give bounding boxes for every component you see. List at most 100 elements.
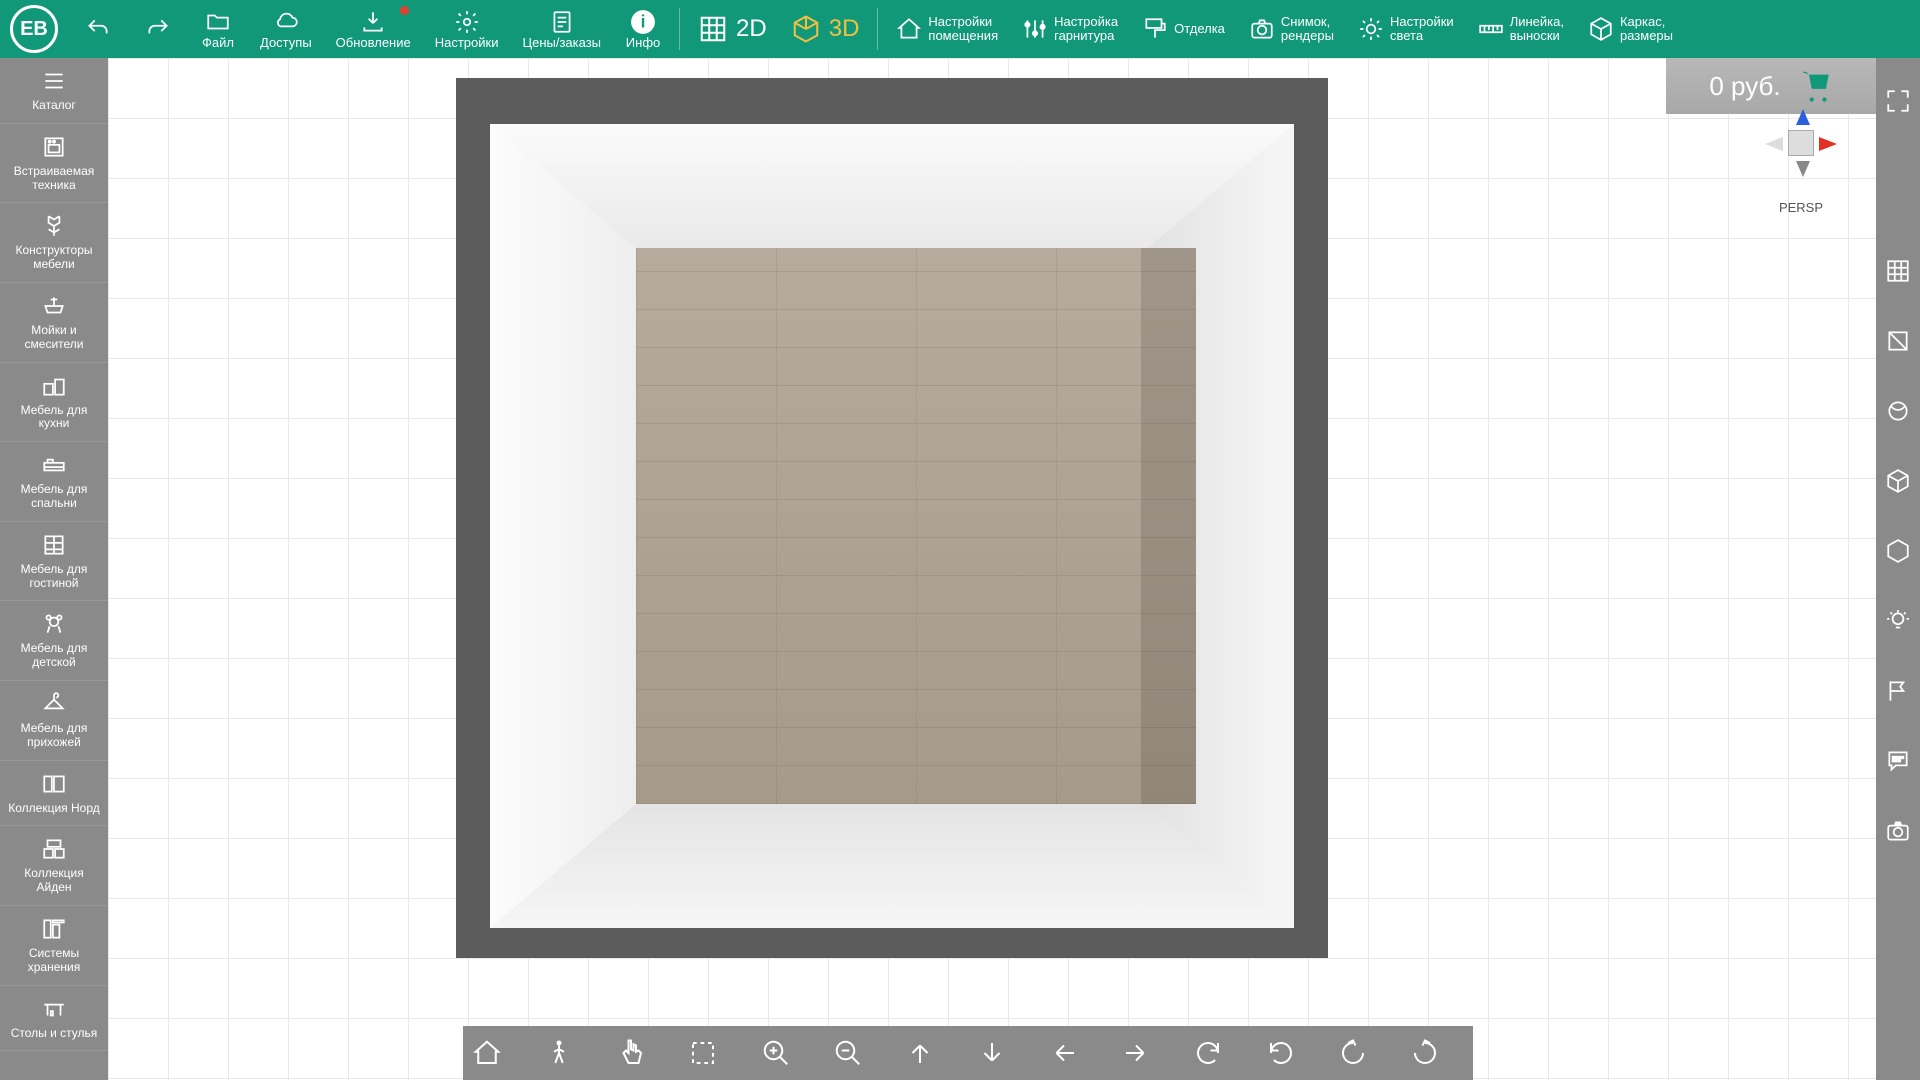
shelf-icon bbox=[41, 530, 67, 560]
sidebar-label: Мебель длякухни bbox=[21, 404, 88, 432]
cube-solid-button[interactable] bbox=[1885, 538, 1911, 564]
down-button[interactable] bbox=[977, 1038, 1031, 1068]
access-label: Доступы bbox=[260, 36, 312, 50]
up-button[interactable] bbox=[905, 1038, 959, 1068]
select-rect-button[interactable] bbox=[688, 1038, 742, 1068]
sidebar-label: Каталог bbox=[32, 99, 76, 113]
redo-button[interactable] bbox=[128, 0, 188, 58]
ruler-button[interactable]: Линейка,выноски bbox=[1466, 11, 1576, 48]
sidebar-item-storage[interactable]: Системыхранения bbox=[0, 906, 108, 986]
price-cart-button[interactable]: 0 руб. bbox=[1666, 58, 1876, 114]
list-icon bbox=[41, 66, 67, 96]
fit-screen-button[interactable] bbox=[1885, 88, 1911, 114]
price-value: 0 руб. bbox=[1709, 71, 1780, 102]
settings-label: Настройки bbox=[435, 36, 499, 50]
cart-icon bbox=[1799, 69, 1833, 103]
walk-button[interactable] bbox=[544, 1038, 598, 1068]
snap-l1: Снимок, bbox=[1281, 15, 1334, 29]
info-button[interactable]: i Инфо bbox=[613, 0, 673, 58]
wall-left bbox=[490, 124, 636, 928]
view-3d-label: 3D bbox=[829, 15, 860, 43]
box-3d-button[interactable] bbox=[1885, 468, 1911, 494]
gear-icon bbox=[454, 8, 480, 36]
logo[interactable]: EB bbox=[10, 5, 58, 53]
sidebar-item-kids[interactable]: Мебель длядетской bbox=[0, 601, 108, 681]
sidebar-item-kitchen[interactable]: Мебель длякухни bbox=[0, 363, 108, 443]
pricing-button[interactable]: Цены/заказы bbox=[510, 0, 613, 58]
gizmo-label: PERSP bbox=[1779, 200, 1823, 215]
bottom-toolbar bbox=[463, 1026, 1473, 1080]
ruler-l1: Линейка, bbox=[1510, 15, 1564, 29]
light-settings-button[interactable]: Настройкисвета bbox=[1346, 11, 1466, 48]
room-outer-wall bbox=[456, 78, 1328, 958]
gizmo-right-icon[interactable] bbox=[1819, 137, 1837, 151]
sidebar-label: КоллекцияАйден bbox=[24, 867, 83, 895]
grid-toggle-button[interactable] bbox=[1885, 258, 1911, 284]
view-2d-button[interactable]: 2D bbox=[686, 14, 779, 44]
set-settings-button[interactable]: Настройкагарнитура bbox=[1010, 11, 1130, 48]
zoom-in-button[interactable] bbox=[761, 1038, 815, 1068]
sidebar-item-appliances[interactable]: Встраиваемаятехника bbox=[0, 124, 108, 204]
storage-icon bbox=[41, 914, 67, 944]
download-icon bbox=[360, 8, 386, 36]
material-button[interactable] bbox=[1885, 398, 1911, 424]
orientation-gizmo[interactable]: PERSP bbox=[1746, 130, 1856, 250]
settings-button[interactable]: Настройки bbox=[423, 0, 511, 58]
undo-icon bbox=[85, 15, 111, 43]
finishing-button[interactable]: Отделка bbox=[1130, 12, 1237, 46]
sidebar-label: Мебель длядетской bbox=[21, 642, 88, 670]
paint-icon bbox=[1142, 16, 1168, 42]
rotate-ccw-button[interactable] bbox=[1266, 1038, 1320, 1068]
floor[interactable] bbox=[636, 248, 1196, 804]
frame-l2: размеры bbox=[1620, 29, 1673, 43]
frame-button[interactable]: Каркас,размеры bbox=[1576, 11, 1685, 48]
home-button[interactable] bbox=[472, 1038, 526, 1068]
camera-button[interactable] bbox=[1885, 818, 1911, 844]
right-button[interactable] bbox=[1121, 1038, 1175, 1068]
sidebar-item-ayden[interactable]: КоллекцияАйден bbox=[0, 826, 108, 906]
access-button[interactable]: Доступы bbox=[248, 0, 324, 58]
top-toolbar: EB Файл Доступы Обновление Настройки Цен… bbox=[0, 0, 1920, 58]
set-l1: Настройка bbox=[1054, 15, 1118, 29]
touch-button[interactable] bbox=[616, 1038, 670, 1068]
left-button[interactable] bbox=[1049, 1038, 1103, 1068]
no-box-button[interactable] bbox=[1885, 328, 1911, 354]
update-button[interactable]: Обновление bbox=[324, 0, 423, 58]
flag-button[interactable] bbox=[1885, 678, 1911, 704]
view-3d-button[interactable]: 3D bbox=[779, 14, 872, 44]
invoice-icon bbox=[549, 8, 575, 36]
viewport-canvas[interactable] bbox=[108, 58, 1876, 1080]
light-button[interactable] bbox=[1885, 608, 1911, 634]
room-settings-button[interactable]: Настройкипомещения bbox=[884, 11, 1010, 48]
gizmo-left-icon[interactable] bbox=[1765, 137, 1783, 151]
gizmo-down-icon[interactable] bbox=[1796, 161, 1810, 177]
sidebar-item-nord[interactable]: Коллекция Норд bbox=[0, 761, 108, 827]
finishing-label: Отделка bbox=[1174, 22, 1225, 36]
table-icon bbox=[41, 994, 67, 1024]
tilt-right-button[interactable] bbox=[1410, 1038, 1464, 1068]
rotate-cw-button[interactable] bbox=[1193, 1038, 1247, 1068]
comments-button[interactable] bbox=[1885, 748, 1911, 774]
view-2d-label: 2D bbox=[736, 15, 767, 43]
sidebar-item-constructors[interactable]: Конструкторымебели bbox=[0, 203, 108, 283]
sidebar-item-bedroom[interactable]: Мебель дляспальни bbox=[0, 442, 108, 522]
sun-icon bbox=[1358, 16, 1384, 42]
sidebar-item-sinks[interactable]: Мойки исмесители bbox=[0, 283, 108, 363]
svg-text:i: i bbox=[641, 11, 646, 31]
right-toolbar bbox=[1876, 58, 1920, 1080]
gizmo-cube[interactable] bbox=[1788, 130, 1814, 156]
sidebar-item-tables[interactable]: Столы и стулья bbox=[0, 986, 108, 1052]
tilt-left-button[interactable] bbox=[1338, 1038, 1392, 1068]
room-l1: Настройки bbox=[928, 15, 998, 29]
sidebar-item-hallway[interactable]: Мебель дляприхожей bbox=[0, 681, 108, 761]
set-l2: гарнитура bbox=[1054, 29, 1118, 43]
snapshot-button[interactable]: Снимок,рендеры bbox=[1237, 11, 1346, 48]
zoom-out-button[interactable] bbox=[833, 1038, 887, 1068]
collection-icon bbox=[41, 769, 67, 799]
undo-button[interactable] bbox=[68, 0, 128, 58]
gizmo-up-icon[interactable] bbox=[1796, 109, 1810, 125]
sidebar-item-catalog[interactable]: Каталог bbox=[0, 58, 108, 124]
file-label: Файл bbox=[202, 36, 234, 50]
file-button[interactable]: Файл bbox=[188, 0, 248, 58]
sidebar-item-living[interactable]: Мебель длягостиной bbox=[0, 522, 108, 602]
